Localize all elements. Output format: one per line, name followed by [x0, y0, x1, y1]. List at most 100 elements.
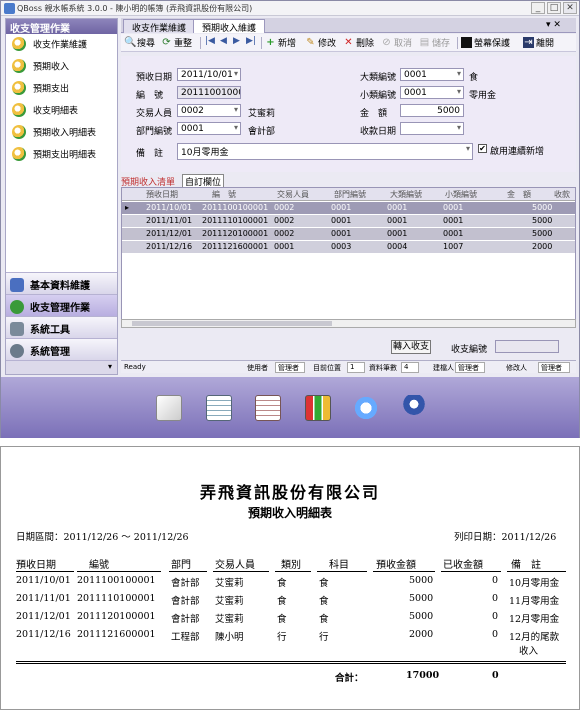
report-col-subject: 科目 [329, 560, 349, 571]
cell: 工程部 [171, 632, 200, 643]
cell: 食 [277, 614, 287, 625]
table-row[interactable]: 2011/11/01 2011110100001 0002 0001 0001 … [122, 215, 575, 228]
report-col-expected: 預收金額 [376, 560, 416, 571]
search-button[interactable]: 🔍搜尋 [124, 36, 155, 50]
col-receipt[interactable]: 收款 [554, 189, 570, 200]
tab-controls[interactable]: ▾ ✕ [546, 20, 561, 30]
group-system-tools[interactable]: 系統工具 [6, 316, 117, 338]
col-category[interactable]: 大類編號 [390, 189, 422, 200]
tab-bar: 收支作業維護 預期收入維護 ▾ ✕ [121, 18, 576, 34]
edit-button[interactable]: ✎ 修改 [305, 36, 336, 50]
continuous-checkbox[interactable]: ✔ [478, 144, 487, 153]
rule [213, 571, 269, 572]
divider [261, 37, 262, 49]
next-record-button[interactable]: ▶ [233, 36, 240, 50]
number-field[interactable]: 2011100100001 [177, 86, 241, 99]
col-date[interactable]: 預收日期 [146, 189, 178, 200]
subcategory-select[interactable]: 0001 [400, 86, 464, 99]
screensaver-button[interactable]: 螢幕保護 [461, 36, 510, 50]
sidebar-header: 收支管理作業 [6, 19, 117, 35]
cell: 2011/10/01 [146, 203, 193, 212]
total-expected: 17000 [406, 670, 440, 681]
col-amount[interactable]: 金 額 [507, 189, 531, 200]
zoom-icon[interactable] [353, 395, 379, 421]
date-field[interactable]: 2011/10/01 [177, 68, 241, 81]
company-name: 弄飛資訊股份有限公司 [199, 483, 380, 502]
maximize-button[interactable]: □ [547, 2, 561, 14]
cell: 會計部 [171, 614, 200, 625]
report-row: 2011/11/01 2011110100001 會計部 艾蜜莉 食 食 500… [1, 593, 579, 609]
report-col-remark: 備 註 [511, 560, 541, 571]
item-icon [12, 103, 26, 117]
cell: 艾蜜莉 [215, 578, 244, 589]
total-received: 0 [492, 670, 499, 681]
sidebar-item-detail-report[interactable]: 收支明細表 [12, 103, 116, 121]
remark-field[interactable]: 10月零用金 [177, 143, 473, 160]
category-select[interactable]: 0001 [400, 68, 464, 81]
cell: 5000 [409, 575, 434, 586]
cell: 2011/10/01 [16, 575, 71, 586]
amount-field[interactable]: 5000 [400, 104, 464, 117]
chart-icon[interactable] [305, 395, 331, 421]
minimize-button[interactable]: _ [531, 2, 545, 14]
position-label: 目前位置 [313, 364, 341, 372]
report-col-received: 已收金額 [443, 560, 483, 571]
user-icon[interactable] [401, 395, 427, 421]
sidebar-item-income-maintenance[interactable]: 收支作業維護 [12, 37, 116, 55]
row-pointer-icon: ▸ [125, 203, 130, 212]
cell: 陳小明 [215, 632, 244, 643]
table-row[interactable]: 2011/12/16 2011121600001 0001 0003 0004 … [122, 241, 575, 254]
cell: 艾蜜莉 [215, 596, 244, 607]
sidebar-item-expected-expense-report[interactable]: 預期支出明細表 [12, 147, 116, 165]
table-row[interactable]: ▸ 2011/10/01 2011100100001 0002 0001 000… [122, 202, 575, 215]
refresh-button[interactable]: ⟳ 重整 [161, 36, 192, 50]
income-no-field[interactable] [495, 340, 559, 353]
col-number[interactable]: 編 號 [212, 189, 236, 200]
chevron-down-icon[interactable]: ▾ [108, 362, 112, 371]
add-table-icon[interactable] [206, 395, 232, 421]
sidebar-item-expected-expense[interactable]: 預期支出 [12, 81, 116, 99]
table-row[interactable]: 2011/12/01 2011120100001 0002 0001 0001 … [122, 228, 575, 241]
cell: 2000 [409, 629, 434, 640]
col-person[interactable]: 交易人員 [277, 189, 309, 200]
exit-button[interactable]: ⇥ 離開 [523, 36, 554, 50]
cell: 2000 [532, 242, 553, 251]
first-record-button[interactable]: |◀ [205, 36, 215, 50]
category-label: 大類編號 [360, 73, 397, 83]
status-bar: Ready 使用者 管理者 目前位置 1 資料筆數 4 建檔人 管理者 修改人 … [121, 360, 576, 373]
item-icon [12, 59, 26, 73]
item-icon [12, 81, 26, 95]
sidebar-item-expected-income-report[interactable]: 預期收入明細表 [12, 125, 116, 143]
group-basic-data[interactable]: 基本資料維護 [6, 272, 117, 294]
person-select[interactable]: 0002 [177, 104, 241, 117]
memo-icon[interactable] [156, 395, 182, 421]
col-dept[interactable]: 部門編號 [334, 189, 366, 200]
cell: 0001 [443, 203, 464, 212]
divider [200, 37, 201, 49]
receipt-date-field[interactable] [400, 122, 464, 135]
cell: 2011100100001 [77, 575, 156, 586]
cell: 2011121600001 [77, 629, 156, 640]
cancel-icon: ⊘ [382, 37, 391, 48]
last-record-button[interactable]: ▶| [246, 36, 256, 50]
prev-record-button[interactable]: ◀ [220, 36, 227, 50]
cancel-button[interactable]: ⊘ 取消 [381, 36, 412, 50]
col-subcategory[interactable]: 小類編號 [445, 189, 477, 200]
remove-table-icon[interactable] [255, 395, 281, 421]
tab-expected-income[interactable]: 預期收入維護 [193, 19, 266, 34]
dept-select[interactable]: 0001 [177, 122, 241, 135]
save-button[interactable]: ▤ 儲存 [419, 36, 450, 50]
delete-button[interactable]: ✕ 刪除 [343, 36, 374, 50]
close-button[interactable]: ✕ [563, 2, 577, 14]
group-system-admin[interactable]: 系統管理 [6, 338, 117, 360]
tab-income-maintenance[interactable]: 收支作業維護 [123, 19, 196, 34]
rule [169, 571, 207, 572]
transfer-button[interactable]: 轉入收支 [391, 340, 431, 354]
cell: 2011110100001 [202, 216, 269, 225]
add-button[interactable]: + 新增 [265, 36, 296, 50]
group-income-management[interactable]: 收支管理作業 [6, 294, 117, 316]
horizontal-scrollbar[interactable] [121, 319, 576, 328]
scroll-thumb[interactable] [132, 321, 332, 326]
sidebar-item-expected-income[interactable]: 預期收入 [12, 59, 116, 77]
record-form: 預收日期 2011/10/01 編 號 2011100100001 交易人員 0… [121, 56, 576, 172]
